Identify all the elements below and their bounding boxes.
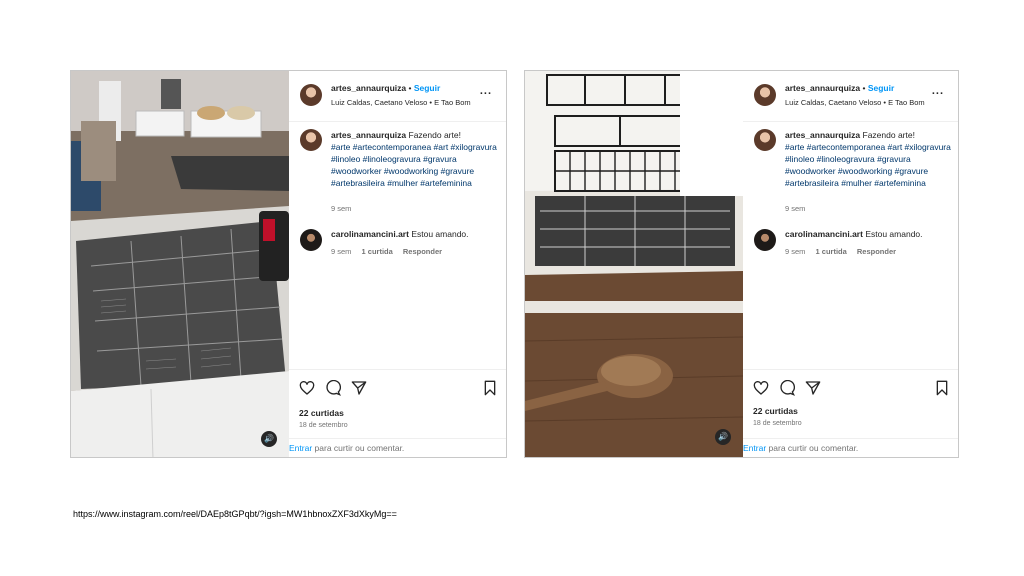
post-sidebar-2: artes_annaurquiza • Seguir Luiz Caldas, … bbox=[743, 71, 958, 457]
caption-username[interactable]: artes_annaurquiza bbox=[331, 130, 406, 140]
username[interactable]: artes_annaurquiza bbox=[331, 83, 406, 93]
caption-hashtags[interactable]: #arte #artecontemporanea #art #xilogravu… bbox=[785, 142, 951, 188]
sound-icon[interactable]: 🔊 bbox=[261, 431, 277, 447]
comment-time: 9 sem bbox=[331, 247, 352, 256]
caption-text: Fazendo arte! bbox=[862, 130, 915, 140]
audio-label[interactable]: Luiz Caldas, Caetano Veloso • E Tao Bom bbox=[331, 98, 471, 107]
comment-username[interactable]: carolinamancini.art bbox=[785, 229, 863, 239]
caption-avatar[interactable] bbox=[300, 129, 322, 151]
caption-username[interactable]: artes_annaurquiza bbox=[785, 130, 860, 140]
comment-username[interactable]: carolinamancini.art bbox=[331, 229, 409, 239]
commenter-avatar[interactable] bbox=[754, 229, 776, 251]
login-prompt: Entrar para curtir ou comentar. bbox=[289, 438, 506, 457]
source-url[interactable]: https://www.instagram.com/reel/DAEp8tGPq… bbox=[73, 509, 397, 519]
share-icon[interactable] bbox=[351, 380, 367, 396]
post-video-2[interactable]: 🔊 bbox=[525, 71, 743, 457]
follow-button[interactable]: Seguir bbox=[414, 83, 440, 93]
audio-label[interactable]: Luiz Caldas, Caetano Veloso • E Tao Bom bbox=[785, 98, 925, 107]
bookmark-icon[interactable] bbox=[934, 380, 950, 396]
more-options-button[interactable]: ... bbox=[932, 85, 944, 97]
heart-icon[interactable] bbox=[753, 380, 769, 396]
comment-time: 9 sem bbox=[785, 247, 806, 256]
caption-time: 9 sem bbox=[785, 204, 806, 213]
share-icon[interactable] bbox=[805, 380, 821, 396]
login-text: para curtir ou comentar. bbox=[768, 443, 859, 453]
linocut-photo bbox=[71, 71, 289, 457]
action-bar bbox=[289, 369, 506, 412]
caption: artes_annaurquiza Fazendo arte! #arte #a… bbox=[331, 129, 501, 189]
comment-meta: 9 sem 1 curtida Responder bbox=[785, 247, 904, 256]
reply-button[interactable]: Responder bbox=[857, 247, 896, 256]
login-text: para curtir ou comentar. bbox=[314, 443, 405, 453]
follow-button[interactable]: Seguir bbox=[868, 83, 894, 93]
login-prompt: Entrar para curtir ou comentar. bbox=[743, 438, 958, 457]
post-header: artes_annaurquiza • Seguir Luiz Caldas, … bbox=[743, 71, 958, 122]
more-options-button[interactable]: ... bbox=[480, 85, 492, 97]
avatar[interactable] bbox=[754, 84, 776, 106]
comment-likes[interactable]: 1 curtida bbox=[362, 247, 393, 256]
sound-icon[interactable]: 🔊 bbox=[715, 429, 731, 445]
post-sidebar-1: artes_annaurquiza • Seguir Luiz Caldas, … bbox=[289, 71, 506, 457]
post-video-1[interactable]: 🔊 bbox=[71, 71, 289, 457]
instagram-post-1: 🔊 artes_annaurquiza • Seguir Luiz Caldas… bbox=[70, 70, 507, 458]
commenter-avatar[interactable] bbox=[300, 229, 322, 251]
comment-icon[interactable] bbox=[325, 380, 341, 396]
comment: carolinamancini.art Estou amando. bbox=[331, 229, 469, 239]
login-link[interactable]: Entrar bbox=[289, 443, 312, 453]
likes-count[interactable]: 22 curtidas bbox=[753, 406, 798, 416]
caption-hashtags[interactable]: #arte #artecontemporanea #art #xilogravu… bbox=[331, 142, 497, 188]
caption-avatar[interactable] bbox=[754, 129, 776, 151]
post-header: artes_annaurquiza • Seguir Luiz Caldas, … bbox=[289, 71, 506, 122]
comment: carolinamancini.art Estou amando. bbox=[785, 229, 923, 239]
heart-icon[interactable] bbox=[299, 380, 315, 396]
login-link[interactable]: Entrar bbox=[743, 443, 766, 453]
comment-text: Estou amando. bbox=[411, 229, 469, 239]
comment-icon[interactable] bbox=[779, 380, 795, 396]
comment-meta: 9 sem 1 curtida Responder bbox=[331, 247, 450, 256]
post-date: 18 de setembro bbox=[299, 422, 348, 429]
post-date: 18 de setembro bbox=[753, 420, 802, 427]
username[interactable]: artes_annaurquiza bbox=[785, 83, 860, 93]
caption-text: Fazendo arte! bbox=[408, 130, 461, 140]
comment-likes[interactable]: 1 curtida bbox=[816, 247, 847, 256]
avatar[interactable] bbox=[300, 84, 322, 106]
print-photo bbox=[525, 71, 743, 457]
instagram-post-2: 🔊 artes_annaurquiza • Seguir Luiz Caldas… bbox=[524, 70, 959, 458]
comment-text: Estou amando. bbox=[865, 229, 923, 239]
caption: artes_annaurquiza Fazendo arte! #arte #a… bbox=[785, 129, 955, 189]
caption-time: 9 sem bbox=[331, 204, 352, 213]
likes-count[interactable]: 22 curtidas bbox=[299, 408, 344, 418]
bookmark-icon[interactable] bbox=[482, 380, 498, 396]
reply-button[interactable]: Responder bbox=[403, 247, 442, 256]
